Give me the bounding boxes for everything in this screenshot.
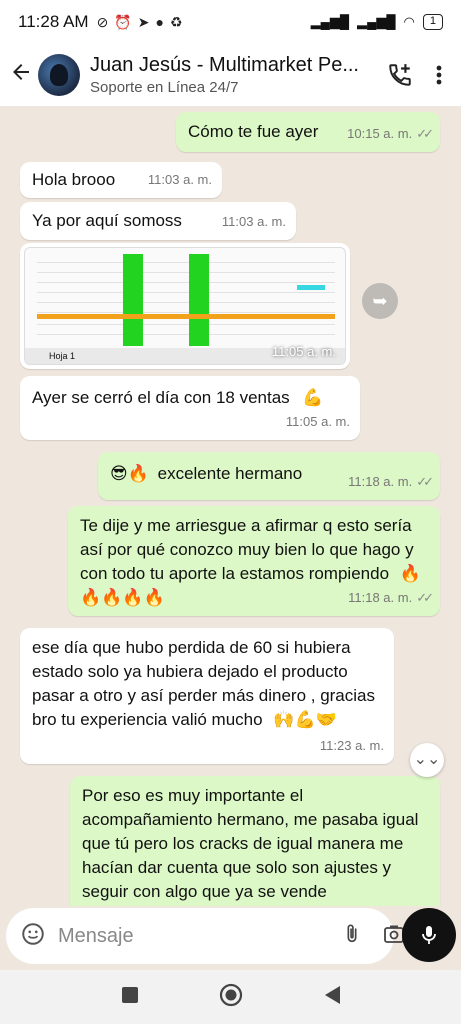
message-time: 11:23 a. m. <box>319 738 384 753</box>
alarm-icon: ⏰ <box>114 13 132 30</box>
message-emoji: 😎🔥 <box>110 464 149 484</box>
message-incoming[interactable]: Ya por aquí somoss 11:03 a. m. <box>20 202 296 240</box>
read-ticks-icon: ✓✓ <box>416 590 434 605</box>
back-arrow-icon[interactable] <box>6 60 36 91</box>
message-input-bar <box>6 908 404 964</box>
chat-icon: ● <box>155 13 164 30</box>
message-emoji: 🙌💪🤝 <box>273 710 337 730</box>
status-bar: 11:28 AM ⊘ ⏰ ➤ ● ♻ ▂▄▆█ ▂▄▆█ ◠ 1 <box>0 0 461 44</box>
system-nav-bar <box>0 970 461 1024</box>
read-ticks-icon: ✓✓ <box>416 474 434 489</box>
telegram-icon: ➤ <box>137 13 150 30</box>
contact-name: Juan Jesús - Multimarket Pe... <box>90 54 359 76</box>
message-text: Ayer se cerró el día con 18 ventas <box>32 388 290 407</box>
message-outgoing[interactable]: Cómo te fue ayer 10:15 a. m. ✓✓ <box>176 112 440 152</box>
message-text: Cómo te fue ayer <box>188 122 319 141</box>
scroll-down-icon[interactable]: ⌄⌄ <box>410 743 444 777</box>
message-text: Te dije y me arriesgue a afirmar q esto … <box>80 516 414 583</box>
chat-messages[interactable]: Cómo te fue ayer 10:15 a. m. ✓✓ Hola broo… <box>0 106 461 906</box>
message-incoming[interactable]: Hola brooo 11:03 a. m. <box>20 162 222 198</box>
message-time: 11:18 a. m. <box>348 474 413 489</box>
message-outgoing[interactable]: 😎🔥 excelente hermano 11:18 a. m. ✓✓ <box>98 452 440 500</box>
mic-button[interactable] <box>402 908 456 962</box>
add-call-icon[interactable] <box>387 62 413 88</box>
muted-icon: ⊘ <box>96 13 109 30</box>
wifi-icon: ◠ <box>403 14 415 29</box>
chat-header: Juan Jesús - Multimarket Pe... Soporte e… <box>0 44 461 106</box>
home-icon[interactable] <box>219 983 243 1012</box>
read-ticks-icon: ✓✓ <box>416 126 434 141</box>
message-outgoing[interactable]: Por eso es muy importante el acompañamie… <box>70 776 440 906</box>
status-system-icons: ▂▄▆█ ▂▄▆█ ◠ 1 <box>311 14 443 30</box>
message-time: 11:18 a. m. <box>348 590 413 605</box>
message-outgoing[interactable]: Te dije y me arriesgue a afirmar q esto … <box>68 506 440 616</box>
sync-icon: ♻ <box>169 13 183 30</box>
mic-icon <box>422 926 436 944</box>
signal-icon: ▂▄▆█ <box>310 14 350 29</box>
message-text: Por eso es muy importante el acompañamie… <box>82 786 419 901</box>
contact-status: Soporte en Línea 24/7 <box>90 79 239 96</box>
contact-info[interactable]: Juan Jesús - Multimarket Pe... Soporte e… <box>90 54 387 96</box>
sticker-icon[interactable] <box>20 921 46 952</box>
status-notification-icons: ⊘ ⏰ ➤ ● ♻ <box>97 14 183 31</box>
message-time: 10:15 a. m. <box>347 126 413 141</box>
status-time: 11:28 AM <box>18 12 89 31</box>
attach-icon[interactable] <box>341 921 363 952</box>
battery-icon: 1 <box>422 14 443 30</box>
message-time: 11:05 a. m. <box>285 414 350 429</box>
forward-icon[interactable]: ➥ <box>362 283 398 319</box>
message-incoming[interactable]: Ayer se cerró el día con 18 ventas 💪 11:… <box>20 376 360 440</box>
message-time: 11:03 a. m. <box>147 172 212 187</box>
more-options-icon[interactable] <box>435 63 443 87</box>
message-incoming[interactable]: ese día que hubo perdida de 60 si hubier… <box>20 628 394 764</box>
message-image[interactable]: Hoja 1 11:05 a. m. <box>20 243 350 369</box>
contact-avatar[interactable] <box>38 54 80 96</box>
message-text: Hola brooo <box>32 170 116 189</box>
message-text: excelente hermano <box>157 464 303 483</box>
signal-icon-2: ▂▄▆█ <box>357 14 396 29</box>
message-time: 11:03 a. m. <box>221 214 286 229</box>
message-text: Ya por aquí somoss <box>32 211 182 230</box>
back-nav-icon[interactable] <box>323 985 341 1010</box>
recents-icon[interactable] <box>121 986 139 1009</box>
message-emoji: 💪 <box>302 388 324 408</box>
message-input[interactable] <box>58 924 323 948</box>
message-time: 11:05 a. m. <box>271 344 336 359</box>
